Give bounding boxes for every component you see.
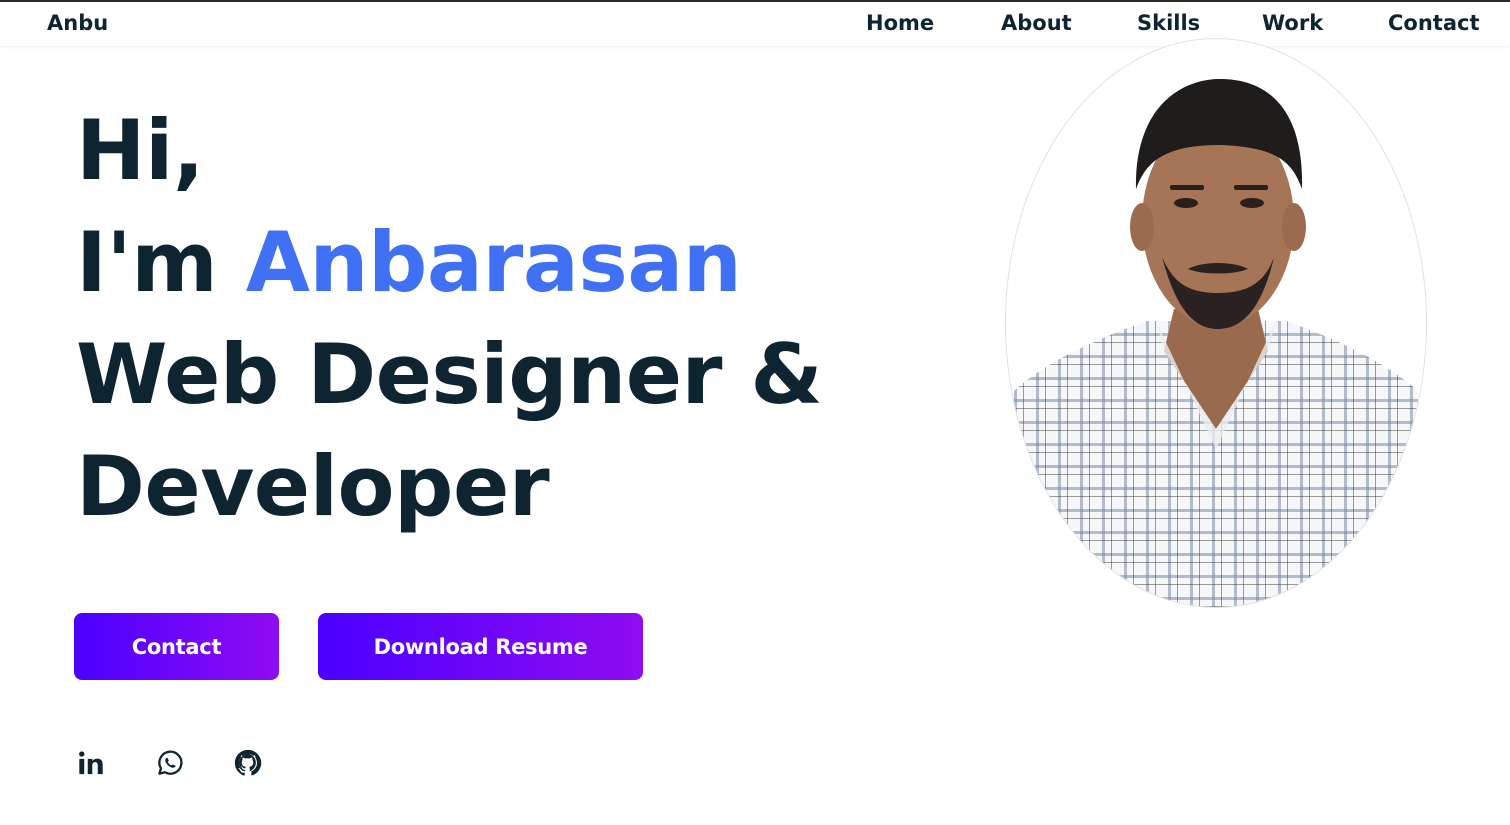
hero-role-line1: Web Designer &: [76, 326, 823, 423]
logo[interactable]: Anbu: [47, 11, 108, 35]
hero-heading: Hi, I'm Anbarasan Web Designer & Develop…: [76, 95, 823, 543]
nav-work[interactable]: Work: [1262, 11, 1323, 35]
profile-photo: [1005, 38, 1427, 608]
nav-contact[interactable]: Contact: [1388, 11, 1480, 35]
linkedin-icon[interactable]: [74, 746, 108, 780]
hero-im: I'm: [76, 214, 246, 311]
github-icon[interactable]: [231, 746, 265, 780]
navbar: Anbu Home About Skills Work Contact: [0, 2, 1510, 46]
download-resume-button[interactable]: Download Resume: [318, 613, 643, 680]
hero-name: Anbarasan: [245, 214, 742, 311]
nav-about[interactable]: About: [1001, 11, 1072, 35]
contact-button[interactable]: Contact: [74, 613, 279, 680]
hero-role-line2: Developer: [76, 438, 550, 535]
hero-greeting: Hi,: [76, 102, 204, 199]
nav-home[interactable]: Home: [866, 11, 934, 35]
whatsapp-icon[interactable]: [153, 746, 187, 780]
nav-skills[interactable]: Skills: [1137, 11, 1200, 35]
hero-intro-line: I'm Anbarasan: [76, 207, 822, 319]
